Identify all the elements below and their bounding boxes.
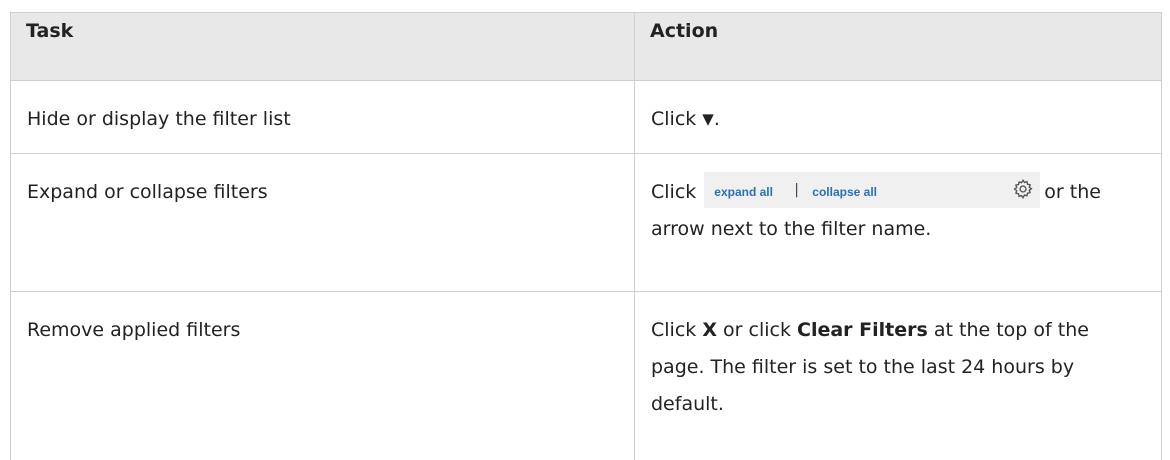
task-cell: Hide or display the filter list <box>11 81 635 154</box>
task-cell: Remove applied filters <box>11 292 635 460</box>
clear-filters-keyword: Clear Filters <box>797 319 928 341</box>
filter-icon: ▼ <box>702 101 714 138</box>
expand-all-link: expand all <box>714 184 773 200</box>
action-cell: Clickexpand all|collapse allor the arrow… <box>635 154 1162 292</box>
action-text: Click <box>651 108 696 130</box>
column-header-action: Action <box>635 13 1162 81</box>
gear-icon <box>1012 178 1034 200</box>
table-row: Hide or display the filter list Click ▼. <box>11 81 1162 154</box>
collapse-all-link: collapse all <box>812 184 877 200</box>
filter-controls-screenshot: expand all | collapse all <box>704 172 1040 208</box>
close-x-keyword: X <box>702 319 717 341</box>
table-header-row: Task Action <box>11 13 1162 81</box>
task-action-table: Task Action Hide or display the filter l… <box>10 12 1162 460</box>
action-cell: Click X or click Clear Filters at the to… <box>635 292 1162 460</box>
link-separator: | <box>794 181 799 199</box>
action-text-suffix: . <box>714 108 720 130</box>
action-text: Click <box>651 181 696 203</box>
task-cell: Expand or collapse filters <box>11 154 635 292</box>
action-cell: Click ▼. <box>635 81 1162 154</box>
action-text: or click <box>723 319 791 341</box>
table-row: Expand or collapse filters Click expand a… <box>11 154 1162 292</box>
action-text: Click <box>651 319 696 341</box>
table-row: Remove applied filters Click X or click … <box>11 292 1162 460</box>
column-header-task: Task <box>11 13 635 81</box>
